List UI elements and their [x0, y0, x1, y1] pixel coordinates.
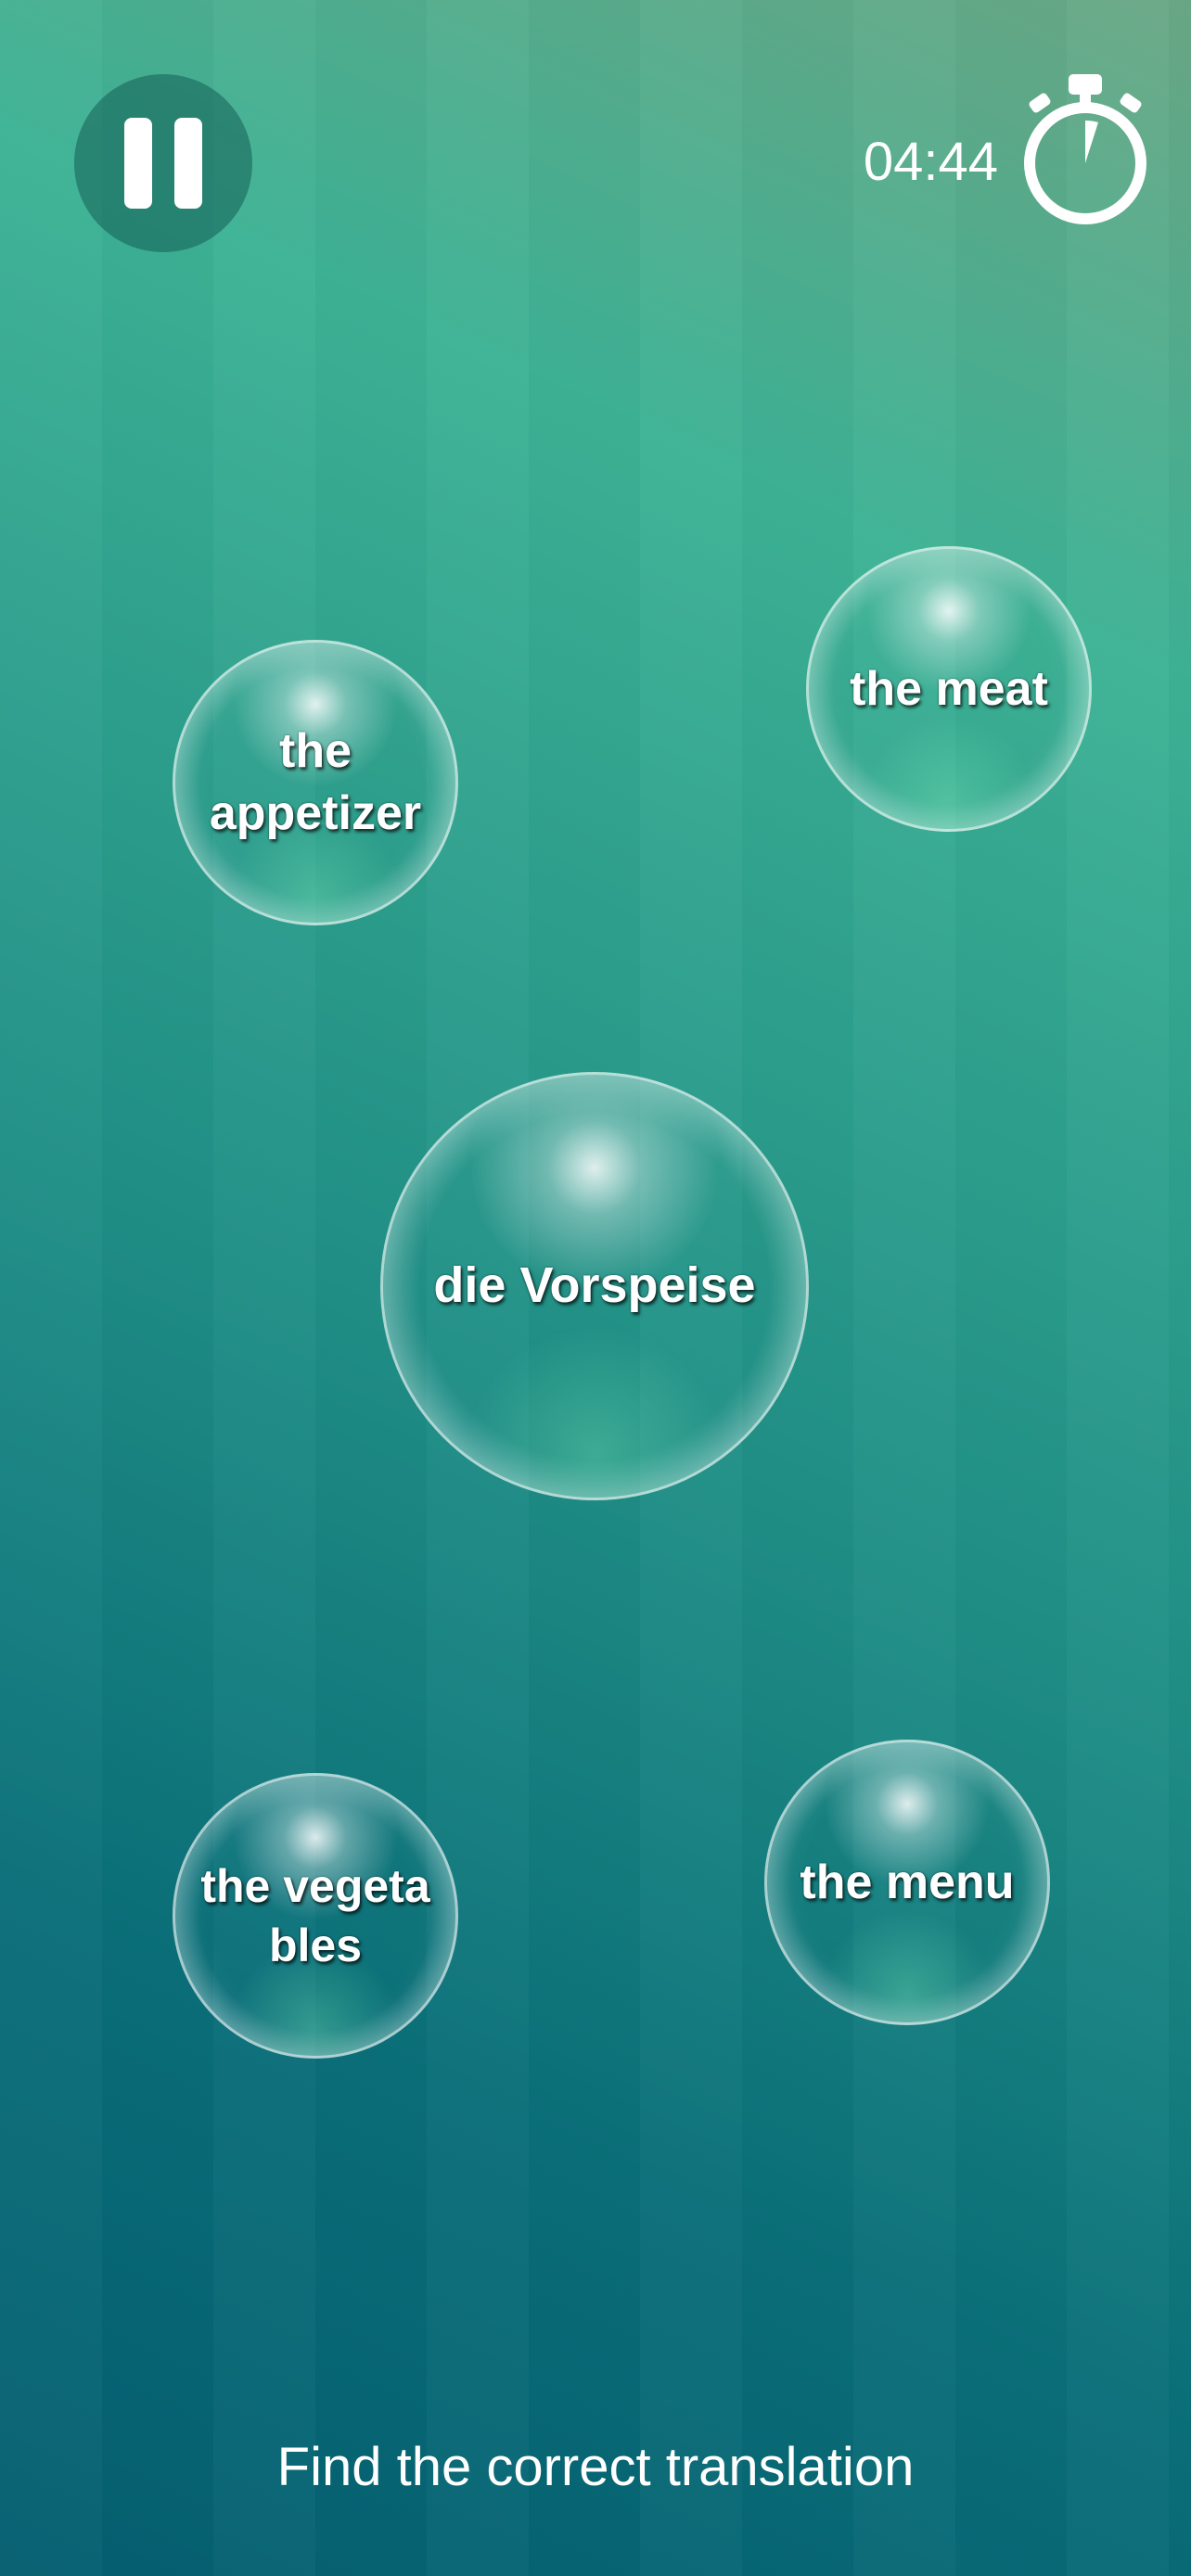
answer-label: the vegetables	[200, 1860, 430, 1971]
pause-button[interactable]	[74, 74, 252, 252]
answer-label: the appetizer	[209, 724, 422, 840]
answer-bubble-menu[interactable]: the menu	[764, 1740, 1050, 2025]
answer-bubble-vegetables[interactable]: the vegetables	[173, 1773, 458, 2059]
timer-display: 04:44	[863, 132, 998, 192]
answer-bubble-meat[interactable]: the meat	[806, 546, 1092, 832]
instruction-text: Find the correct translation	[276, 2437, 915, 2497]
answer-bubble-appetizer[interactable]: the appetizer	[173, 640, 458, 925]
pause-icon	[124, 118, 202, 209]
prompt-word-label: die Vorspeise	[433, 1257, 756, 1314]
answer-label: the meat	[850, 661, 1048, 716]
answer-label: the menu	[800, 1855, 1015, 1909]
prompt-word-bubble: die Vorspeise	[380, 1072, 809, 1500]
stopwatch-icon	[1024, 74, 1146, 224]
